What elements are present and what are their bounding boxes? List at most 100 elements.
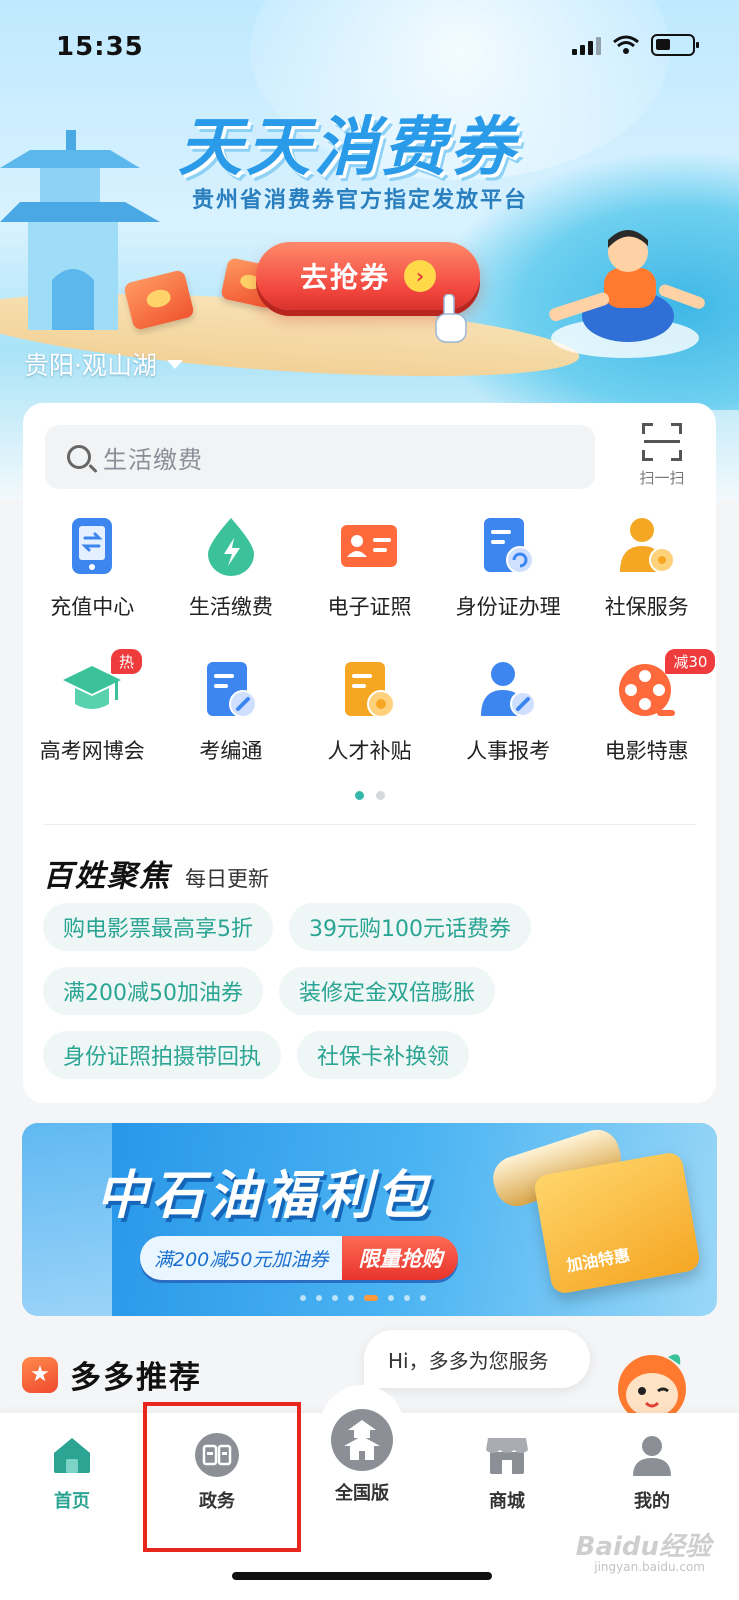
banner-title: 天天消费券 xyxy=(178,111,518,185)
star-icon: ★ xyxy=(22,1356,58,1393)
service-label: 充值中心 xyxy=(50,595,135,619)
annotation-highlight-box xyxy=(143,1402,301,1552)
carousel-dot xyxy=(316,1295,322,1301)
service-label: 社保服务 xyxy=(604,595,689,619)
profile-icon xyxy=(628,1431,676,1479)
promo-tag-offer: 满200减50元加油券 xyxy=(140,1236,343,1280)
section-divider xyxy=(43,824,696,825)
service-movie-deals[interactable]: 减30 电影特惠 xyxy=(577,649,716,765)
service-label: 电影特惠 xyxy=(604,739,689,763)
service-page-indicator xyxy=(23,791,716,800)
focus-chip[interactable]: 购电影票最高享5折 xyxy=(43,903,273,951)
search-placeholder: 生活缴费 xyxy=(103,445,203,474)
banner-subtitle: 贵州省消费券官方指定发放平台 xyxy=(192,188,529,213)
store-icon xyxy=(483,1431,531,1479)
service-talent-subsidy[interactable]: 人才补贴 xyxy=(300,657,439,765)
focus-chip[interactable]: 装修定金双倍膨胀 xyxy=(279,967,496,1015)
tab-label: 我的 xyxy=(634,1491,670,1512)
arrow-right-icon: › xyxy=(404,260,436,292)
tab-label: 商城 xyxy=(489,1491,525,1512)
phone-recharge-icon xyxy=(59,513,125,579)
tab-label: 全国版 xyxy=(335,1483,389,1504)
scan-label: 扫一扫 xyxy=(639,469,685,487)
assistant-greeting-bubble[interactable]: Hi，多多为您服务 xyxy=(364,1330,590,1388)
carousel-dot xyxy=(300,1295,306,1301)
water-drop-bolt-icon xyxy=(198,513,264,579)
focus-chip[interactable]: 满200减50加油券 xyxy=(43,967,263,1015)
service-social-security[interactable]: 社保服务 xyxy=(577,513,716,621)
search-icon xyxy=(67,445,91,469)
fuel-card-illustration: 加油特惠 xyxy=(532,1150,702,1296)
location-selector[interactable]: 贵阳·观山湖 xyxy=(24,346,183,382)
discount-badge: 减30 xyxy=(665,649,716,674)
service-label: 人才补贴 xyxy=(327,739,412,763)
document-refresh-icon xyxy=(475,513,541,579)
carousel-dot xyxy=(420,1295,426,1301)
services-card: 生活缴费 扫一扫 充值中心 生活缴费 电子证照 身份证办理 社保服务 热 高考网… xyxy=(23,403,716,1103)
watermark: Baidu经验 xyxy=(575,1532,711,1562)
scan-icon xyxy=(642,423,682,461)
page-dot-active xyxy=(354,791,364,800)
promo-banner[interactable]: 加油特惠 中石油福利包 满200减50元加油券 限量抢购 xyxy=(22,1123,717,1316)
recommend-header: ★ 多多推荐 xyxy=(22,1352,202,1397)
service-utility-payment[interactable]: 生活缴费 xyxy=(162,513,301,621)
carousel-dot xyxy=(332,1295,338,1301)
battery-icon xyxy=(651,34,699,56)
tab-mall[interactable]: 商城 xyxy=(447,1431,567,1513)
service-label: 电子证照 xyxy=(327,595,412,619)
pointing-hand-icon xyxy=(435,294,467,343)
focus-chips: 购电影票最高享5折 39元购100元话费券 满200减50加油券 装修定金双倍膨… xyxy=(43,903,703,1079)
promo-tag: 满200减50元加油券 限量抢购 xyxy=(140,1236,459,1280)
promo-carousel-indicator xyxy=(300,1295,426,1301)
person-shield-icon xyxy=(614,513,680,579)
folder-coin-icon xyxy=(336,657,402,723)
service-gaokao-fair[interactable]: 热 高考网博会 xyxy=(23,649,162,765)
focus-section-header: 百姓聚焦 每日更新 xyxy=(43,851,269,895)
wifi-icon xyxy=(613,35,639,54)
status-bar: 15:35 xyxy=(0,0,739,95)
cellular-signal-icon xyxy=(572,35,601,55)
status-time: 15:35 xyxy=(56,32,144,62)
focus-chip[interactable]: 社保卡补换领 xyxy=(297,1031,470,1079)
service-grid: 充值中心 生活缴费 电子证照 身份证办理 社保服务 热 高考网博会 考编通 人才… xyxy=(23,513,716,765)
tab-national[interactable]: 全国版 xyxy=(302,1407,422,1505)
scan-button[interactable]: 扫一扫 xyxy=(632,423,692,488)
service-civil-exam[interactable]: 考编通 xyxy=(162,657,301,765)
home-icon xyxy=(48,1431,96,1479)
document-edit-icon xyxy=(198,657,264,723)
service-e-license[interactable]: 电子证照 xyxy=(300,513,439,621)
grab-coupon-label: 去抢券 xyxy=(299,261,390,294)
carousel-dot-active xyxy=(364,1295,378,1301)
status-icons xyxy=(572,34,699,56)
focus-title: 百姓聚焦 xyxy=(43,859,171,894)
surfer-illustration xyxy=(549,230,705,358)
focus-subtitle: 每日更新 xyxy=(185,867,269,891)
location-label: 贵阳·观山湖 xyxy=(24,351,157,380)
id-card-icon xyxy=(336,513,402,579)
focus-chip[interactable]: 身份证照拍摄带回执 xyxy=(43,1031,282,1079)
service-label: 考编通 xyxy=(199,739,263,763)
search-input[interactable]: 生活缴费 xyxy=(45,425,595,489)
service-id-card-processing[interactable]: 身份证办理 xyxy=(439,513,578,621)
page-dot xyxy=(375,791,385,800)
promo-card-label: 加油特惠 xyxy=(565,1245,632,1276)
focus-chip[interactable]: 39元购100元话费券 xyxy=(289,903,531,951)
recommend-title: 多多推荐 xyxy=(70,1360,202,1396)
person-edit-icon xyxy=(475,657,541,723)
carousel-dot xyxy=(348,1295,354,1301)
service-recharge-center[interactable]: 充值中心 xyxy=(23,513,162,621)
tab-home[interactable]: 首页 xyxy=(12,1431,132,1513)
service-label: 生活缴费 xyxy=(188,595,273,619)
carousel-dot xyxy=(388,1295,394,1301)
service-personnel-exam[interactable]: 人事报考 xyxy=(439,657,578,765)
carousel-dot xyxy=(404,1295,410,1301)
tab-profile[interactable]: 我的 xyxy=(592,1431,712,1513)
hot-badge: 热 xyxy=(111,649,143,674)
promo-title: 中石油福利包 xyxy=(96,1166,433,1226)
service-label: 人事报考 xyxy=(466,739,551,763)
caret-down-icon xyxy=(166,359,183,369)
promo-tag-limited: 限量抢购 xyxy=(342,1236,459,1280)
home-indicator[interactable] xyxy=(232,1572,492,1580)
watermark-url: jingyan.baidu.com xyxy=(594,1560,705,1574)
service-label: 高考网博会 xyxy=(39,739,145,763)
